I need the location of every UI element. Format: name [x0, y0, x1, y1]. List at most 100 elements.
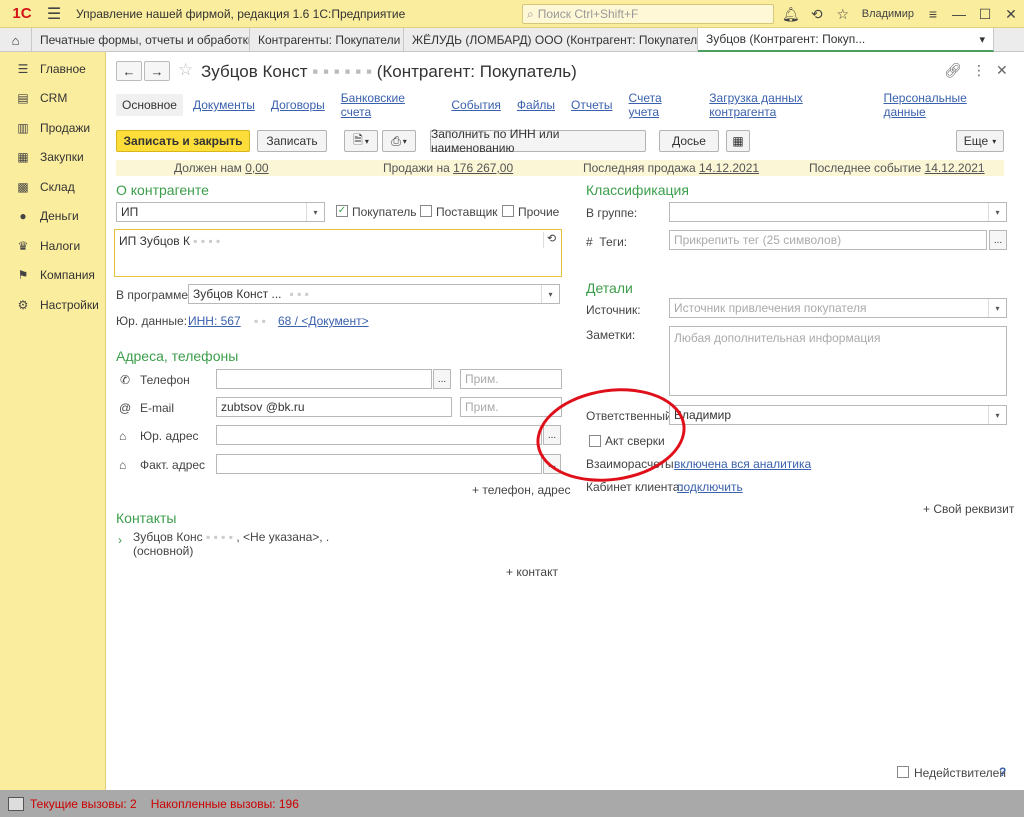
chevron-right-icon[interactable]: ›	[118, 533, 122, 547]
link-main[interactable]: Основное	[116, 94, 183, 116]
tab-zheludj[interactable]: ЖЁЛУДЬ (ЛОМБАРД) ООО (Контрагент: Покупа…	[404, 28, 698, 52]
save-button[interactable]: Записать	[257, 130, 327, 152]
source-select[interactable]: Источник привлечения покупателя ▾	[669, 298, 1007, 318]
save-and-close-button[interactable]: Записать и закрыть	[116, 130, 250, 152]
responsible-select[interactable]: Владимир ▾	[669, 405, 1007, 425]
email-note-input[interactable]: Прим.	[460, 397, 562, 417]
redacted-text: ▪ ▪ ▪	[289, 287, 309, 301]
printer-icon: ⎙	[391, 133, 401, 148]
link-files[interactable]: Файлы	[517, 98, 555, 112]
forward-button[interactable]: →	[144, 61, 170, 81]
maximize-icon[interactable]: ☐	[972, 6, 998, 23]
form-content: ← → ☆ Зубцов Конст ▪ ▪ ▪ ▪ ▪ ▪ (Контраге…	[106, 52, 1024, 790]
taxes-icon: ♛	[17, 238, 29, 253]
invalid-checkbox[interactable]	[897, 766, 909, 778]
sidebar-item-crm[interactable]: ▤ CRM	[0, 84, 105, 114]
more-button[interactable]: Еще ▾	[956, 130, 1004, 152]
sidebar-item-settings[interactable]: ⚙ Настройки	[0, 290, 105, 320]
tab-counterparties[interactable]: Контрагенты: Покупатели✕	[250, 28, 404, 52]
history-icon[interactable]: ⟲	[543, 232, 559, 248]
phone-icon: ✆	[120, 373, 131, 387]
notes-label: Заметки:	[586, 328, 636, 342]
star-icon[interactable]: ☆	[830, 6, 856, 23]
fact-address-input[interactable]	[216, 454, 542, 474]
excel-export-button[interactable]: ▦	[726, 130, 750, 152]
sidebar-item-company[interactable]: ⚑ Компания	[0, 261, 105, 291]
minimize-icon[interactable]: —	[946, 6, 972, 22]
sidebar-item-warehouse[interactable]: ▩ Склад	[0, 172, 105, 202]
global-search-input[interactable]: ⌕ Поиск Ctrl+Shift+F	[522, 4, 774, 24]
legal-data-label: Юр. данные:	[116, 314, 188, 328]
legal-data-link-inn[interactable]: ИНН: 567	[188, 314, 241, 328]
link-events[interactable]: События	[451, 98, 501, 112]
group-label: В группе:	[586, 206, 638, 220]
building-icon: ⌂	[119, 458, 127, 472]
group-select[interactable]: ▾	[669, 202, 1007, 222]
settings-menu-icon[interactable]: ≡	[920, 6, 946, 22]
tabs-bar: ⌂ Печатные формы, отчеты и обработки✕ Ко…	[0, 28, 1024, 52]
phone-dots-button[interactable]: ...	[433, 369, 451, 389]
tab-list-chevron-icon[interactable]: ▾	[979, 33, 985, 46]
sales-icon: ▥	[17, 120, 29, 135]
sidebar-item-sales[interactable]: ▥ Продажи	[0, 113, 105, 143]
sidebar-item-taxes[interactable]: ♛ Налоги	[0, 231, 105, 261]
windows-icon[interactable]	[8, 796, 24, 811]
favorite-star-icon[interactable]: ☆	[178, 60, 193, 80]
company-icon: ⚑	[17, 268, 29, 283]
tags-dots-button[interactable]: ...	[989, 230, 1007, 250]
dossier-button[interactable]: Досье	[659, 130, 719, 152]
add-phone-address-button[interactable]: + телефон, адрес	[472, 483, 571, 497]
sidebar-item-purchases[interactable]: ▦ Закупки	[0, 143, 105, 173]
link-bank-accounts[interactable]: Банковские счета	[341, 91, 436, 119]
tags-input[interactable]: Прикрепить тег (25 символов)	[669, 230, 987, 250]
link-icon[interactable]: 🔗︎	[944, 62, 962, 79]
tab-print-forms[interactable]: Печатные формы, отчеты и обработки✕	[32, 28, 250, 52]
user-name[interactable]: Владимир	[856, 8, 920, 20]
link-accounting-accounts[interactable]: Счета учета	[629, 91, 694, 119]
legal-address-label: Юр. адрес	[140, 429, 199, 443]
link-documents[interactable]: Документы	[193, 98, 255, 112]
program-name-field[interactable]: Зубцов Конст ... ▪ ▪ ▪ ▾	[188, 284, 560, 304]
arrow-right-icon: →	[150, 63, 164, 79]
print-button[interactable]: ⎙ ▾	[382, 130, 416, 152]
email-input[interactable]: zubtsov @bk.ru	[216, 397, 452, 417]
client-cabinet-link[interactable]: подключить	[677, 480, 743, 494]
help-icon[interactable]: ?	[999, 765, 1006, 779]
link-contracts[interactable]: Договоры	[271, 98, 325, 112]
legal-address-input[interactable]	[216, 425, 542, 445]
bell-icon[interactable]: 🔔︎	[778, 6, 804, 23]
phone-note-input[interactable]: Прим.	[460, 369, 562, 389]
sidebar-item-main[interactable]: ☰ Главное	[0, 54, 105, 84]
full-name-textarea[interactable]: ИП Зубцов К ▪ ▪ ▪ ▪ ⟲	[114, 229, 562, 277]
settlements-link[interactable]: включена вся аналитика	[674, 457, 811, 471]
create-based-on-button[interactable]: 🗎︎ ▾	[344, 130, 378, 152]
legal-data-link-document[interactable]: 68 / <Документ>	[278, 314, 369, 328]
building-icon: ⌂	[119, 429, 127, 443]
phone-input[interactable]	[216, 369, 432, 389]
contact-person[interactable]: Зубцов Конс ▪ ▪ ▪ ▪ , <Не указана>, .	[133, 530, 329, 544]
link-personal-data[interactable]: Персональные данные	[884, 91, 1009, 119]
add-contact-button[interactable]: + контакт	[506, 565, 558, 579]
back-button[interactable]: ←	[116, 61, 142, 81]
about-section-title: О контрагенте	[116, 182, 209, 198]
1c-logo: 1С	[12, 5, 32, 22]
hamburger-menu-icon[interactable]: ☰	[44, 4, 64, 24]
close-window-icon[interactable]: ✕	[998, 6, 1024, 23]
counterparty-type-select[interactable]: ИП ▾	[116, 202, 325, 222]
other-checkbox[interactable]	[502, 205, 514, 217]
supplier-checkbox[interactable]	[420, 205, 432, 217]
buyer-checkbox[interactable]: ✓	[336, 205, 348, 217]
close-form-icon[interactable]: ✕	[996, 62, 1008, 79]
notes-textarea[interactable]: Любая дополнительная информация	[669, 326, 1007, 396]
add-own-attribute-button[interactable]: + Свой реквизит	[923, 502, 1014, 516]
more-vertical-icon[interactable]: ⋮	[972, 62, 986, 79]
home-icon[interactable]: ⌂	[0, 28, 32, 52]
program-label: В программе:	[116, 288, 192, 302]
fill-by-inn-button[interactable]: Заполнить по ИНН или наименованию	[430, 127, 646, 155]
tab-zubtsov[interactable]: Зубцов (Контрагент: Покуп... ▾	[698, 28, 994, 52]
history-icon[interactable]: ⟲	[804, 6, 830, 23]
link-load-data[interactable]: Загрузка данных контрагента	[709, 91, 867, 119]
link-reports[interactable]: Отчеты	[571, 98, 612, 112]
sidebar-item-money[interactable]: ● Деньги	[0, 202, 105, 232]
classification-section-title: Классификация	[586, 182, 689, 198]
